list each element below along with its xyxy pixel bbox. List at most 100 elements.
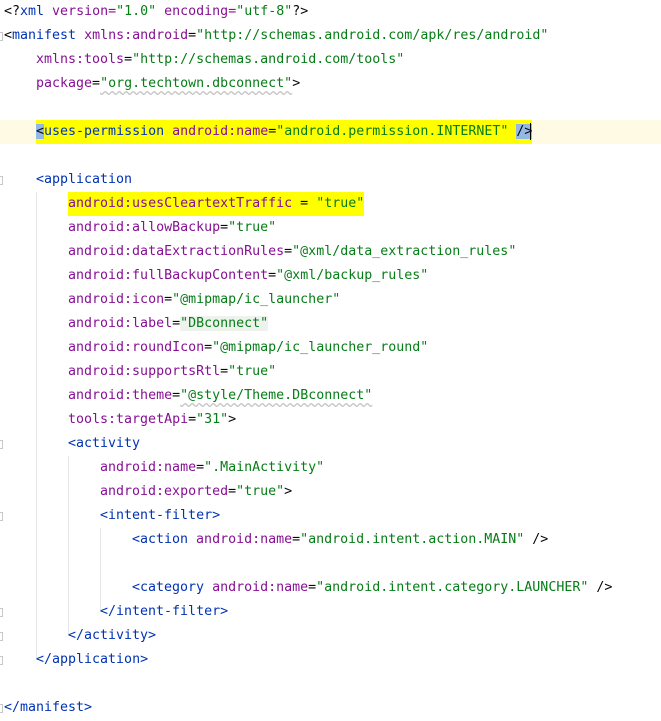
code-line[interactable]: android:roundIcon="@mipmap/ic_launcher_r… <box>0 336 661 360</box>
attr-eq: = <box>220 364 229 379</box>
code-line[interactable]: </application> <box>0 648 661 672</box>
attr-ns: android <box>68 292 125 307</box>
attr-value: ".MainActivity" <box>204 460 325 475</box>
category-close: /> <box>588 580 613 595</box>
attr-ns: android <box>68 388 125 403</box>
package-key: package <box>36 76 93 91</box>
category-tag: <category <box>132 580 205 595</box>
code-line[interactable]: </activity> <box>0 624 661 648</box>
code-line[interactable]: android:fullBackupContent="@xml/backup_r… <box>0 264 661 288</box>
code-line[interactable]: android:supportsRtl="true" <box>0 360 661 384</box>
attr-value: "@mipmap/ic_launcher" <box>172 292 341 307</box>
attr-key: :icon <box>124 292 165 307</box>
code-line[interactable]: <intent-filter> <box>0 504 661 528</box>
code-line-current[interactable]: <uses-permission android:name="android.p… <box>0 120 661 144</box>
code-line[interactable]: <activity <box>0 432 661 456</box>
manifest-bracket: < <box>4 28 13 43</box>
permission-key: :name <box>228 124 269 139</box>
code-line[interactable]: </manifest> <box>0 696 661 720</box>
xml-prolog-encoding: "utf-8" <box>236 4 293 19</box>
code-line[interactable]: package="org.techtown.dbconnect"> <box>0 72 661 96</box>
application-end-tag: </application> <box>36 652 149 667</box>
attr-ns: android <box>68 220 125 235</box>
intent-filter-tag: <intent-filter> <box>100 508 221 523</box>
code-line[interactable]: android:usesCleartextTraffic = "true" <box>0 192 661 216</box>
code-line[interactable]: <manifest xmlns:android="http://schemas.… <box>0 24 661 48</box>
attr-ns: android <box>68 364 125 379</box>
attr-eq: = <box>164 292 173 307</box>
manifest-tag: manifest <box>12 28 77 43</box>
code-line[interactable]: </intent-filter> <box>0 600 661 624</box>
package-value: "org.techtown.dbconnect" <box>100 76 293 91</box>
code-editor[interactable]: <?xml version="1.0" encoding="utf-8"?> <… <box>0 0 661 721</box>
attr-ns: android <box>204 580 269 595</box>
xmlns-android-key: :android <box>124 28 189 43</box>
attr-value: "true" <box>228 220 277 235</box>
attr-value: "@mipmap/ic_launcher_round" <box>212 340 429 355</box>
attr-value: "@xml/data_extraction_rules" <box>292 244 517 259</box>
attr-ns: android <box>68 316 125 331</box>
attr-eq: = <box>284 244 293 259</box>
attr-value: "@style/Theme.DBconnect" <box>180 388 373 403</box>
attr-value: "android.intent.category.LAUNCHER" <box>316 580 589 595</box>
attr-value: "true" <box>228 364 277 379</box>
code-line[interactable]: android:icon="@mipmap/ic_launcher" <box>0 288 661 312</box>
intent-filter-end-tag: </intent-filter> <box>100 604 229 619</box>
attr-value: "DBconnect" <box>180 316 269 331</box>
manifest-end-tag: </manifest> <box>4 700 93 715</box>
attr-ns: android <box>68 268 125 283</box>
xml-prolog-encoding-key: encoding= <box>156 4 237 19</box>
permission-value: "android.permission.INTERNET" <box>276 124 509 139</box>
attr-value: "android.intent.action.MAIN" <box>300 532 525 547</box>
attr-ns: android <box>188 532 253 547</box>
xml-prolog-version: "1.0" <box>116 4 157 19</box>
code-line[interactable]: android:exported="true"> <box>0 480 661 504</box>
manifest-gt: > <box>292 76 301 91</box>
code-line[interactable]: <action android:name="android.intent.act… <box>0 528 661 552</box>
attr-ns: android <box>100 484 157 499</box>
xml-prolog-name: xml <box>20 4 45 19</box>
code-line[interactable]: android:allowBackup="true" <box>0 216 661 240</box>
code-line[interactable]: <application <box>0 168 661 192</box>
attr-key: :label <box>124 316 173 331</box>
code-line[interactable]: <?xml version="1.0" encoding="utf-8"?> <box>0 0 661 24</box>
attr-eq: = <box>204 340 213 355</box>
attr-key: :exported <box>156 484 229 499</box>
code-line[interactable]: tools:targetApi="31"> <box>0 408 661 432</box>
code-line[interactable]: <category android:name="android.intent.c… <box>0 576 661 600</box>
attr-eq: = <box>220 220 229 235</box>
attr-key: :fullBackupContent <box>124 268 269 283</box>
xml-prolog-close: ?> <box>292 4 309 19</box>
attr-key: :roundIcon <box>124 340 205 355</box>
highlight-uses-cleartext: android:usesCleartextTraffic = "true" <box>68 192 365 216</box>
attr-eq: = <box>188 412 197 427</box>
xmlns-tools-ns: xmlns <box>36 52 77 67</box>
attr-eq: = <box>292 196 317 211</box>
code-line[interactable]: android:theme="@style/Theme.DBconnect" <box>0 384 661 408</box>
highlight-uses-permission: <uses-permission android:name="android.p… <box>36 120 533 144</box>
action-tag: <action <box>132 532 189 547</box>
activity-end-tag: </activity> <box>68 628 157 643</box>
attr-eq: = <box>172 388 181 403</box>
attr-value: "@xml/backup_rules" <box>276 268 429 283</box>
attr-ns: android <box>68 244 125 259</box>
xmlns-android-ns: xmlns <box>84 28 125 43</box>
application-tag: <application <box>36 172 133 187</box>
attr-key: :usesCleartextTraffic <box>124 196 293 211</box>
uses-permission-tag: uses-permission <box>44 124 165 139</box>
code-line[interactable]: android:label="DBconnect" <box>0 312 661 336</box>
action-close: /> <box>524 532 549 547</box>
code-line[interactable]: android:dataExtractionRules="@xml/data_e… <box>0 240 661 264</box>
attr-key: :name <box>156 460 197 475</box>
attr-eq: = <box>172 316 181 331</box>
permission-open-bracket: < <box>36 124 45 139</box>
xmlns-tools-value: "http://schemas.android.com/tools" <box>132 52 405 67</box>
attr-eq: = <box>268 268 277 283</box>
attr-ns: android <box>68 340 125 355</box>
text-caret <box>530 122 531 140</box>
code-line[interactable]: android:name=".MainActivity" <box>0 456 661 480</box>
code-line[interactable]: xmlns:tools="http://schemas.android.com/… <box>0 48 661 72</box>
xmlns-android-value: "http://schemas.android.com/apk/res/andr… <box>196 28 549 43</box>
attr-key: :name <box>268 580 309 595</box>
attr-key: :dataExtractionRules <box>124 244 285 259</box>
